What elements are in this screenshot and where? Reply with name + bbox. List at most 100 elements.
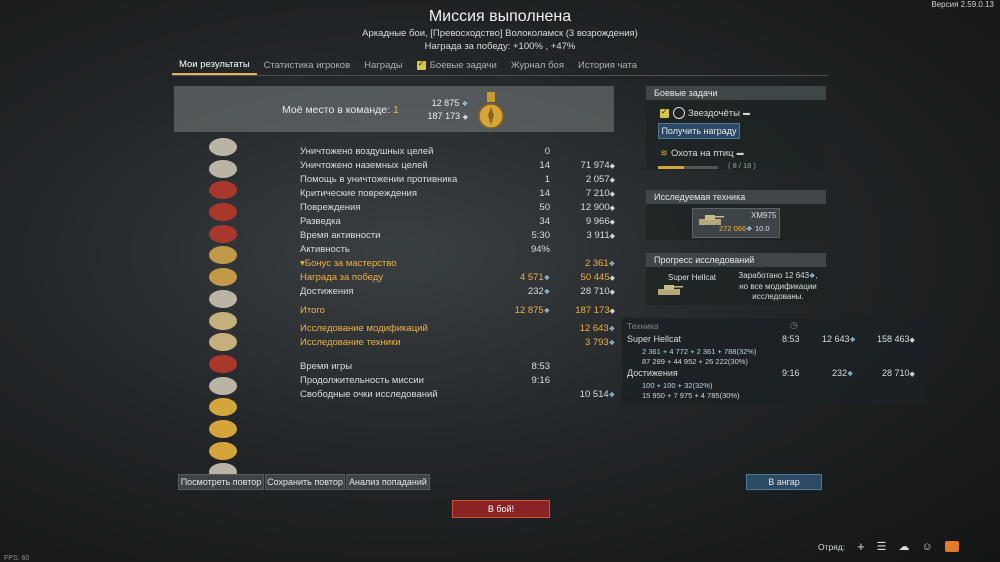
research-vehicle-panel: Исследуемая техника XM975 272 066❖ 10.0 bbox=[646, 190, 826, 240]
panel-header: Прогресс исследований bbox=[646, 253, 826, 267]
sl-value: 50 445 bbox=[580, 272, 610, 283]
stat-sl: 12 900◆ bbox=[581, 201, 615, 216]
task-done-checkbox-icon[interactable] bbox=[660, 107, 669, 118]
chat-icon[interactable]: ☺ bbox=[922, 541, 933, 553]
table-row: Super Hellcat 8:53 12 643❖ 158 463◆ bbox=[627, 334, 923, 348]
award-medal-icon bbox=[209, 289, 237, 308]
hit-analysis-button[interactable]: Анализ попаданий bbox=[346, 474, 430, 490]
stat-sl: 2 057◆ bbox=[586, 173, 615, 188]
save-replay-button[interactable]: Сохранить повтор bbox=[265, 474, 345, 490]
stat-label: Свободные очки исследований bbox=[300, 389, 438, 400]
rp-value: 4 571 bbox=[519, 272, 544, 283]
stat-rp: 2 361❖ bbox=[585, 257, 615, 272]
award-medal-icon bbox=[209, 268, 237, 287]
award-medal-icon bbox=[209, 419, 237, 438]
stat-count: 0 bbox=[544, 146, 550, 157]
award-medal-icon bbox=[209, 138, 237, 156]
sl-value: 9 966 bbox=[585, 216, 610, 227]
silver-lion-icon: ◆ bbox=[609, 205, 615, 212]
squad-label: Отряд: bbox=[818, 541, 846, 552]
team-place-value: 1 bbox=[392, 104, 399, 116]
stat-row-total: Итого 12 875❖ 187 173◆ bbox=[300, 304, 615, 318]
bottom-toolbar: Отряд: + ☰ ☁ ☺ bbox=[818, 539, 959, 554]
vehicle-name: Super Hellcat bbox=[668, 273, 717, 282]
to-battle-button[interactable]: В бой! bbox=[452, 500, 550, 518]
award-medal-icon bbox=[209, 246, 237, 265]
award-medal-icon bbox=[209, 203, 237, 222]
row-rp: 12 643❖ bbox=[822, 334, 856, 344]
rp-icon: ❖ bbox=[608, 326, 615, 333]
rp-icon: ❖ bbox=[847, 371, 854, 378]
stat-row: Исследование модификаций 12 643❖ bbox=[300, 322, 615, 336]
stat-sl: 71 974◆ bbox=[581, 159, 615, 174]
tab-rewards[interactable]: Награды bbox=[357, 55, 410, 75]
rp-icon: ❖ bbox=[608, 340, 615, 347]
stat-label: Исследование модификаций bbox=[300, 323, 428, 334]
sl-value: 2 057 bbox=[585, 174, 610, 185]
silver-lion-icon: ◆ bbox=[609, 233, 615, 240]
award-medal-icon bbox=[209, 181, 237, 200]
rp-value: 232 bbox=[832, 368, 848, 378]
stat-count: 94% bbox=[530, 244, 550, 255]
tab-chat-history[interactable]: История чата bbox=[571, 55, 644, 75]
victory-reward-line: Награда за победу: +100% , +47% bbox=[424, 41, 576, 52]
list-icon[interactable]: ☰ bbox=[877, 540, 887, 553]
sl-value: 71 974 bbox=[580, 160, 610, 171]
stat-label-text: Бонус за мастерство bbox=[304, 258, 397, 269]
silver-lion-icon: ◆ bbox=[609, 289, 615, 296]
vehicle-rp: 272 066❖ bbox=[719, 224, 752, 233]
stat-row: Помощь в уничтожении противника 1 2 057◆ bbox=[300, 173, 615, 187]
add-squad-icon[interactable]: + bbox=[857, 539, 865, 554]
award-medal-icon bbox=[209, 376, 237, 395]
research-progress-text: Заработано 12 643❖, но все модификации и… bbox=[732, 271, 824, 302]
sl-value: 158 463 bbox=[877, 334, 910, 344]
stat-label: Достижения bbox=[300, 286, 354, 297]
sl-value: 187 173 bbox=[427, 111, 461, 121]
clock-icon: ◷ bbox=[790, 320, 798, 330]
rp-icon: ❖ bbox=[608, 392, 615, 399]
team-place-label: Моё место в команде: 1 bbox=[282, 104, 399, 116]
task-name: Звездочёты bbox=[688, 107, 740, 119]
get-reward-button[interactable]: Получить награду bbox=[658, 123, 740, 139]
stat-rp: 232❖ bbox=[528, 285, 550, 300]
tab-player-stats[interactable]: Статистика игроков bbox=[257, 55, 357, 75]
stat-row: Достижения 232❖ 28 710◆ bbox=[300, 285, 615, 299]
vehicle-name: Super Hellcat bbox=[627, 334, 682, 344]
vehicle-card[interactable]: XM975 272 066❖ 10.0 bbox=[692, 208, 780, 238]
star-badge-icon bbox=[673, 107, 685, 119]
award-medal-icon bbox=[209, 311, 237, 330]
rp-icon: ❖ bbox=[461, 101, 468, 108]
tab-label: Мои результаты bbox=[179, 58, 250, 70]
rp-icon: ❖ bbox=[543, 308, 550, 315]
silver-lion-icon: ◆ bbox=[909, 337, 915, 344]
stat-label: Исследование техники bbox=[300, 337, 401, 348]
stat-row: Время активности 5:30 3 911◆ bbox=[300, 229, 615, 243]
rp-icon: ❖ bbox=[849, 337, 856, 344]
stat-row: Активность 94% bbox=[300, 243, 615, 257]
contacts-icon[interactable]: ☁ bbox=[899, 540, 910, 553]
mission-subtitle: Аркадные бои, [Превосходство] Волоколамс… bbox=[362, 28, 638, 39]
table-header: Техника bbox=[627, 321, 659, 331]
tab-battle-log[interactable]: Журнал боя bbox=[504, 55, 571, 75]
stat-label: Время активности bbox=[300, 230, 381, 241]
mail-icon[interactable] bbox=[944, 541, 959, 552]
sl-breakdown: 15 950 + 7 975 + 4 785(30%) bbox=[642, 391, 740, 400]
results-tabs: Мои результаты Статистика игроков Наград… bbox=[172, 55, 828, 76]
silver-lion-icon: ◆ bbox=[609, 219, 615, 226]
to-hangar-button[interactable]: В ангар bbox=[746, 474, 822, 490]
rp-value: 12 875 bbox=[514, 305, 544, 316]
stat-sl: 3 911◆ bbox=[587, 229, 615, 244]
rp-value: 272 066 bbox=[719, 224, 747, 233]
tab-battle-tasks[interactable]: Боевые задачи bbox=[410, 55, 504, 75]
vehicle-name: XM975 bbox=[751, 211, 777, 220]
tab-my-results[interactable]: Мои результаты bbox=[172, 55, 257, 75]
rp-value: 232 bbox=[527, 286, 544, 297]
view-replay-button[interactable]: Посмотреть повтор bbox=[178, 474, 264, 490]
stat-label: Разведка bbox=[300, 216, 341, 227]
stat-label: Награда за победу bbox=[300, 272, 384, 283]
research-progress-panel: Прогресс исследований Super Hellcat Зара… bbox=[646, 253, 826, 305]
task-progress-text: ( 8 / 18 ) bbox=[728, 161, 756, 170]
rp-icon: ❖ bbox=[809, 273, 816, 280]
stat-row: ▾Бонус за мастерство 2 361❖ bbox=[300, 257, 615, 271]
stat-row: Свободные очки исследований 10 514❖ bbox=[300, 388, 615, 402]
